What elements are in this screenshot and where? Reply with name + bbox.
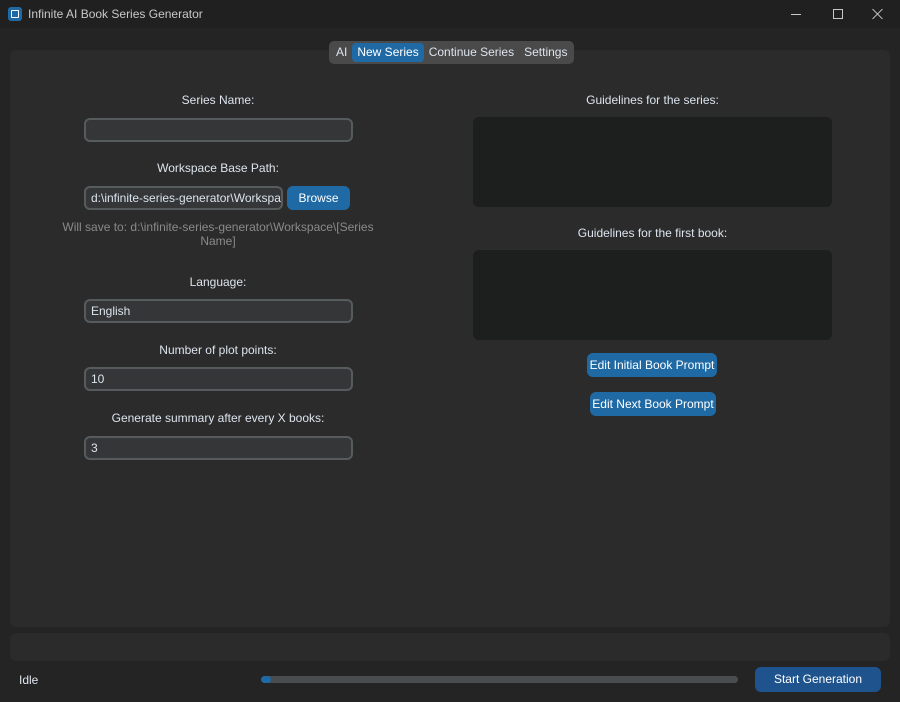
plot-points-input[interactable]: 10 [84, 367, 353, 391]
series-name-label: Series Name: [181, 93, 255, 107]
series-guidelines-label: Guidelines for the series: [586, 93, 719, 107]
language-input[interactable]: English [84, 299, 353, 323]
save-path-hint-line2: Name] [200, 234, 236, 248]
summary-interval-input[interactable]: 3 [84, 436, 353, 460]
window-title: Infinite AI Book Series Generator [28, 7, 203, 21]
maximize-icon [833, 9, 843, 19]
app-icon [8, 7, 22, 21]
language-label: Language: [189, 275, 247, 289]
start-generation-button[interactable]: Start Generation [755, 667, 881, 692]
summary-interval-label: Generate summary after every X books: [111, 411, 325, 425]
progress-bar [261, 676, 738, 683]
progress-fill [261, 676, 271, 683]
edit-initial-prompt-button[interactable]: Edit Initial Book Prompt [587, 353, 717, 377]
close-button[interactable] [858, 0, 898, 28]
workspace-path-input[interactable]: d:\infinite-series-generator\Workspa [84, 186, 283, 210]
tab-new-series[interactable]: New Series [352, 43, 424, 62]
browse-button[interactable]: Browse [287, 186, 350, 210]
minimize-button[interactable] [776, 0, 816, 28]
first-book-guidelines-textbox[interactable] [473, 250, 832, 340]
workspace-label: Workspace Base Path: [157, 161, 279, 175]
save-path-hint-line1: Will save to: d:\infinite-series-generat… [62, 220, 374, 234]
tab-ai[interactable]: AI [331, 43, 352, 62]
series-guidelines-textbox[interactable] [473, 117, 832, 207]
plot-points-label: Number of plot points: [159, 343, 277, 357]
series-name-input[interactable] [84, 118, 353, 142]
edit-next-prompt-button[interactable]: Edit Next Book Prompt [590, 392, 716, 416]
tab-settings[interactable]: Settings [519, 43, 572, 62]
first-book-guidelines-label: Guidelines for the first book: [577, 226, 728, 240]
close-icon [872, 8, 884, 20]
status-label: Idle [19, 673, 39, 687]
tab-continue-series[interactable]: Continue Series [424, 43, 519, 62]
tab-selector: AI New Series Continue Series Settings [329, 41, 575, 64]
minimize-icon [791, 13, 801, 15]
log-box [10, 633, 890, 661]
maximize-button[interactable] [818, 0, 858, 28]
save-path-hint: Will save to: d:\infinite-series-generat… [58, 220, 378, 248]
title-bar: Infinite AI Book Series Generator [0, 0, 900, 28]
